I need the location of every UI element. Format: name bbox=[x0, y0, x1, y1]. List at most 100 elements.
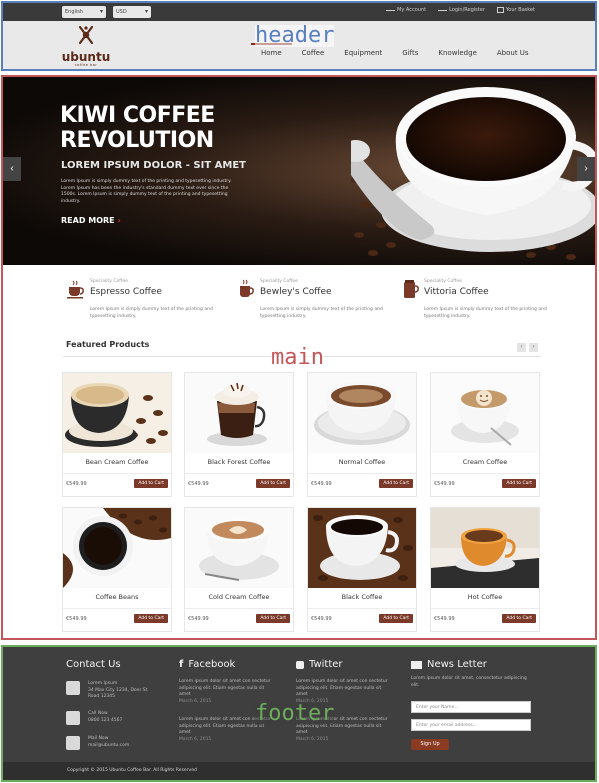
specialties: Speciality Coffee Espresso Coffee Lorem … bbox=[3, 277, 595, 337]
slider-prev-button[interactable]: ‹ bbox=[3, 157, 21, 181]
hero-subtitle: LOREM IPSUM DOLOR - SIT AMET bbox=[61, 160, 246, 171]
facebook-icon: f bbox=[179, 659, 184, 670]
add-to-cart-button[interactable]: Add to Cart bbox=[256, 479, 290, 488]
basket-label: Your Basket bbox=[505, 7, 535, 13]
chevron-down-icon: ▾ bbox=[99, 8, 103, 15]
hero-title: KIWI COFFEE REVOLUTION bbox=[60, 103, 215, 153]
product-name: Normal Coffee bbox=[338, 458, 386, 466]
add-to-cart-button[interactable]: Add to Cart bbox=[256, 614, 290, 623]
product-image bbox=[185, 373, 293, 453]
featured-next-button[interactable]: › bbox=[529, 343, 538, 352]
add-to-cart-button[interactable]: Add to Cart bbox=[379, 479, 413, 488]
page: English ▾ USD ▾ My Account Login/Registe… bbox=[0, 0, 599, 783]
add-to-cart-button[interactable]: Add to Cart bbox=[134, 614, 168, 623]
login-icon bbox=[438, 9, 448, 11]
specialty-tag: Speciality Coffee bbox=[424, 279, 462, 284]
product-name: Bean Cream Coffee bbox=[85, 458, 149, 466]
product-card[interactable]: Black Forest Coffee €549.99 Add to Cart bbox=[184, 372, 294, 497]
product-image bbox=[63, 373, 171, 453]
phone-icon bbox=[66, 711, 80, 725]
post-text: Lorem ipsum dolor sit amet con sectetur … bbox=[179, 679, 271, 697]
phone-text[interactable]: 0800 123 4567 bbox=[88, 718, 122, 725]
nav-item-knowledge[interactable]: Knowledge bbox=[428, 47, 486, 59]
product-name: Cream Coffee bbox=[462, 458, 508, 466]
address-text: 34 Max City 1234, Doer St Road 12345 bbox=[88, 687, 148, 700]
contact-address: Lorem Ipsum 34 Max City 1234, Doer St Roa… bbox=[66, 681, 158, 701]
divider bbox=[431, 473, 539, 474]
coffee-jar-icon bbox=[404, 280, 419, 298]
post-text: Lorem ipsum dolor sit amet con sectetur … bbox=[296, 679, 388, 697]
add-to-cart-button[interactable]: Add to Cart bbox=[134, 479, 168, 488]
divider bbox=[431, 608, 539, 609]
specialty-desc: Lorem Ipsum is simply dummy text of the … bbox=[90, 307, 213, 319]
login-register-label: Login/Register bbox=[449, 7, 485, 13]
location-icon bbox=[66, 681, 80, 695]
basket-link[interactable]: Your Basket bbox=[496, 7, 535, 13]
product-name: Cold Cream Coffee bbox=[208, 593, 270, 601]
main-nav: Home Coffee Equipment Gifts Knowledge Ab… bbox=[251, 43, 539, 59]
twitter-title: Twitter bbox=[309, 659, 343, 670]
read-more-label: READ MORE bbox=[61, 216, 115, 225]
product-price: €549.99 bbox=[188, 616, 209, 622]
divider bbox=[185, 608, 293, 609]
product-card[interactable]: Bean Cream Coffee €549.99 Add to Cart bbox=[62, 372, 172, 497]
facebook-post: Lorem ipsum dolor sit amet con sectetur … bbox=[179, 679, 274, 704]
divider bbox=[308, 473, 416, 474]
nav-item-coffee[interactable]: Coffee bbox=[292, 47, 335, 59]
contact-column: Contact Us Lorem Ipsum 34 Max City 1234, … bbox=[66, 659, 166, 750]
add-to-cart-button[interactable]: Add to Cart bbox=[379, 614, 413, 623]
header: English ▾ USD ▾ My Account Login/Registe… bbox=[1, 1, 597, 71]
region-label-footer: footer bbox=[255, 701, 335, 726]
currency-select[interactable]: USD ▾ bbox=[113, 6, 151, 18]
twitter-icon bbox=[296, 660, 304, 669]
divider bbox=[63, 608, 171, 609]
featured-title: Featured Products bbox=[66, 340, 150, 349]
product-price: €549.99 bbox=[311, 481, 332, 487]
newsletter-email-input[interactable]: Enter your email address... bbox=[411, 719, 531, 731]
add-to-cart-button[interactable]: Add to Cart bbox=[502, 614, 536, 623]
cart-icon bbox=[496, 7, 504, 13]
mail-text[interactable]: mail@ubuntu.com bbox=[88, 743, 129, 750]
sign-up-button[interactable]: Sign Up bbox=[411, 739, 449, 750]
newsletter-name-input[interactable]: Enter your Name... bbox=[411, 701, 531, 713]
product-card[interactable]: Cold Cream Coffee €549.99 Add to Cart bbox=[184, 507, 294, 632]
specialty-name: Espresso Coffee bbox=[90, 287, 162, 297]
newsletter-text: Lorem ipsum dolor sit amet, consectetur … bbox=[411, 676, 527, 688]
specialty-tag: Speciality Coffee bbox=[90, 279, 128, 284]
read-more-link[interactable]: READ MORE › bbox=[61, 216, 121, 225]
post-date: March 6, 2015 bbox=[179, 736, 212, 742]
my-account-label: My Account bbox=[397, 7, 427, 13]
language-select[interactable]: English ▾ bbox=[62, 6, 106, 18]
product-image bbox=[308, 508, 416, 588]
my-account-link[interactable]: My Account bbox=[386, 7, 426, 13]
nav-item-equipment[interactable]: Equipment bbox=[334, 47, 392, 59]
coffee-logo-icon bbox=[78, 25, 94, 45]
divider bbox=[185, 473, 293, 474]
post-date: March 6, 2015 bbox=[296, 736, 329, 742]
product-card[interactable]: Hot Coffee €549.99 Add to Cart bbox=[430, 507, 540, 632]
newsletter-column: News Letter Lorem ipsum dolor sit amet, … bbox=[411, 659, 541, 750]
featured-prev-button[interactable]: ‹ bbox=[517, 343, 526, 352]
slider-next-button[interactable]: › bbox=[577, 157, 595, 181]
coffee-cup-icon bbox=[67, 280, 84, 299]
product-card[interactable]: Normal Coffee €549.99 Add to Cart bbox=[307, 372, 417, 497]
nav-item-gifts[interactable]: Gifts bbox=[392, 47, 428, 59]
product-price: €549.99 bbox=[188, 481, 209, 487]
coffee-cup-image bbox=[351, 87, 595, 260]
product-card[interactable]: Coffee Beans €549.99 Add to Cart bbox=[62, 507, 172, 632]
divider bbox=[63, 473, 171, 474]
nav-item-about-us[interactable]: About Us bbox=[487, 47, 539, 59]
product-card[interactable]: Black Coffee €549.99 Add to Cart bbox=[307, 507, 417, 632]
hero-title-line2: REVOLUTION bbox=[60, 128, 214, 153]
divider bbox=[308, 608, 416, 609]
add-to-cart-button[interactable]: Add to Cart bbox=[502, 479, 536, 488]
newsletter-title: News Letter bbox=[427, 659, 487, 670]
product-name: Black Coffee bbox=[341, 593, 383, 601]
product-price: €549.99 bbox=[66, 481, 87, 487]
product-name: Coffee Beans bbox=[95, 593, 139, 601]
specialty-name: Bewley's Coffee bbox=[260, 287, 332, 297]
product-card[interactable]: Cream Coffee €549.99 Add to Cart bbox=[430, 372, 540, 497]
login-register-link[interactable]: Login/Register bbox=[438, 7, 485, 13]
contact-phone: Call Now 0800 123 4567 bbox=[66, 711, 122, 725]
logo[interactable]: ubuntu coffee bar bbox=[61, 25, 111, 69]
